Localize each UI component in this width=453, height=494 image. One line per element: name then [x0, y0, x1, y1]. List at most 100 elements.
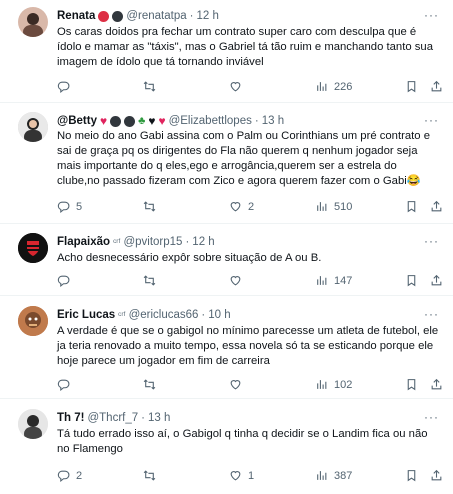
retweet-button[interactable] — [143, 80, 162, 93]
like-icon — [229, 200, 242, 213]
black-circle-emoji — [112, 10, 124, 22]
like-button[interactable] — [229, 378, 248, 391]
author-name[interactable]: Eric Lucas — [57, 309, 115, 321]
retweet-button[interactable] — [143, 274, 162, 287]
share-button[interactable] — [430, 200, 443, 213]
bookmark-button[interactable] — [405, 200, 418, 213]
author-handle[interactable]: @pvitorp15 — [123, 236, 182, 248]
like-button[interactable]: 2 — [229, 200, 254, 213]
avatar[interactable] — [18, 233, 48, 263]
author-handle[interactable]: @Elizabettlopes — [169, 115, 252, 127]
tweet-text: Os caras doidos pra fechar um contrato s… — [57, 26, 433, 68]
share-icon — [430, 200, 443, 213]
author-handle[interactable]: @ericlucas66 — [129, 309, 199, 321]
retweet-icon — [143, 378, 156, 391]
reply-count: 2 — [76, 469, 83, 482]
red-circle-emoji — [98, 10, 110, 22]
like-count: 1 — [248, 469, 255, 482]
author-handle[interactable]: @Thcrf_7 — [87, 412, 138, 424]
retweet-button[interactable] — [143, 378, 162, 391]
views-count: 226 — [334, 80, 353, 93]
bookmark-button[interactable] — [405, 378, 418, 391]
bookmark-button[interactable] — [405, 80, 418, 93]
author-handle[interactable]: @renatatpa — [126, 10, 186, 22]
avatar[interactable] — [18, 306, 48, 336]
views-button[interactable]: 147 — [315, 274, 352, 287]
author-name[interactable]: Th 7! — [57, 412, 84, 424]
views-icon — [315, 274, 328, 287]
separator-dot: · — [141, 412, 145, 424]
bookmark-icon — [405, 80, 418, 93]
reply-count: 5 — [76, 200, 83, 213]
avatar[interactable] — [18, 409, 48, 439]
reply-icon — [57, 378, 70, 391]
share-button[interactable] — [430, 274, 443, 287]
black-heart-emoji: ♥ — [148, 114, 156, 128]
timestamp[interactable]: 10 h — [208, 309, 230, 321]
reply-icon — [57, 80, 70, 93]
tweet-text: Acho desnecessário expôr sobre situação … — [57, 252, 322, 264]
share-button[interactable] — [430, 469, 443, 482]
separator-dot: · — [254, 115, 259, 127]
views-icon — [315, 378, 328, 391]
reply-icon — [57, 469, 70, 482]
like-button[interactable] — [229, 274, 248, 287]
views-button[interactable]: 387 — [315, 469, 352, 482]
separator-dot: · — [189, 10, 194, 22]
like-icon — [229, 80, 242, 93]
more-icon[interactable]: ··· — [424, 113, 439, 127]
bookmark-button[interactable] — [405, 469, 418, 482]
retweet-icon — [143, 200, 156, 213]
views-button[interactable]: 510 — [315, 200, 352, 213]
timestamp[interactable]: 13 h — [262, 115, 284, 127]
tweet-flapaixao[interactable]: Flapaixão ᶜʳᶠ @pvitorp15 · 12 h ··· Acho… — [0, 224, 453, 296]
red-heart-emoji: ♥ — [99, 114, 108, 128]
more-icon[interactable]: ··· — [424, 8, 439, 22]
more-icon[interactable]: ··· — [424, 234, 439, 248]
reply-button[interactable] — [57, 378, 76, 391]
separator-dot: · — [201, 309, 206, 321]
separator-dot: · — [185, 236, 190, 248]
reply-button[interactable]: 2 — [57, 469, 82, 482]
views-count: 510 — [334, 200, 353, 213]
more-icon[interactable]: ··· — [424, 410, 439, 424]
reply-icon — [57, 274, 70, 287]
share-icon — [430, 469, 443, 482]
author-name[interactable]: @Betty — [57, 115, 97, 127]
retweet-button[interactable] — [143, 200, 162, 213]
timestamp[interactable]: 12 h — [196, 10, 218, 22]
share-button[interactable] — [430, 378, 443, 391]
retweet-icon — [143, 469, 156, 482]
retweet-button[interactable] — [143, 469, 162, 482]
red-heart-emoji: ♥ — [158, 114, 166, 128]
more-icon[interactable]: ··· — [424, 307, 439, 321]
avatar[interactable] — [18, 7, 48, 37]
tweet-renata[interactable]: Renata @renatatpa · 12 h ··· Os caras do… — [0, 0, 453, 103]
avatar[interactable] — [18, 112, 48, 142]
reply-button[interactable] — [57, 274, 76, 287]
share-button[interactable] — [430, 80, 443, 93]
share-icon — [430, 378, 443, 391]
black-circle-emoji — [110, 115, 122, 127]
like-button[interactable] — [229, 80, 248, 93]
reply-button[interactable] — [57, 80, 76, 93]
black-circle-emoji — [124, 115, 136, 127]
views-button[interactable]: 102 — [315, 378, 352, 391]
like-count: 2 — [248, 200, 255, 213]
timestamp[interactable]: 12 h — [192, 236, 214, 248]
tweet-th7[interactable]: Th 7! @Thcrf_7 · 13 h ··· Tá tudo errado… — [0, 399, 453, 494]
author-name[interactable]: Renata — [57, 10, 95, 22]
views-button[interactable]: 226 — [315, 80, 352, 93]
share-icon — [430, 80, 443, 93]
tweet-betty[interactable]: @Betty ♥ ♣ ♥ ♥ @Elizabettlopes · 13 h ··… — [0, 103, 453, 224]
retweet-icon — [143, 80, 156, 93]
author-name[interactable]: Flapaixão — [57, 236, 110, 248]
tweet-text: A verdade é que se o gabigol no mínimo p… — [57, 325, 439, 367]
like-button[interactable]: 1 — [229, 469, 254, 482]
reply-button[interactable]: 5 — [57, 200, 82, 213]
like-icon — [229, 469, 242, 482]
timestamp[interactable]: 13 h — [148, 412, 170, 424]
tweet-eric-lucas[interactable]: Eric Lucas ᶜʳᶠ @ericlucas66 · 10 h ··· A… — [0, 296, 453, 399]
bookmark-button[interactable] — [405, 274, 418, 287]
retweet-icon — [143, 274, 156, 287]
